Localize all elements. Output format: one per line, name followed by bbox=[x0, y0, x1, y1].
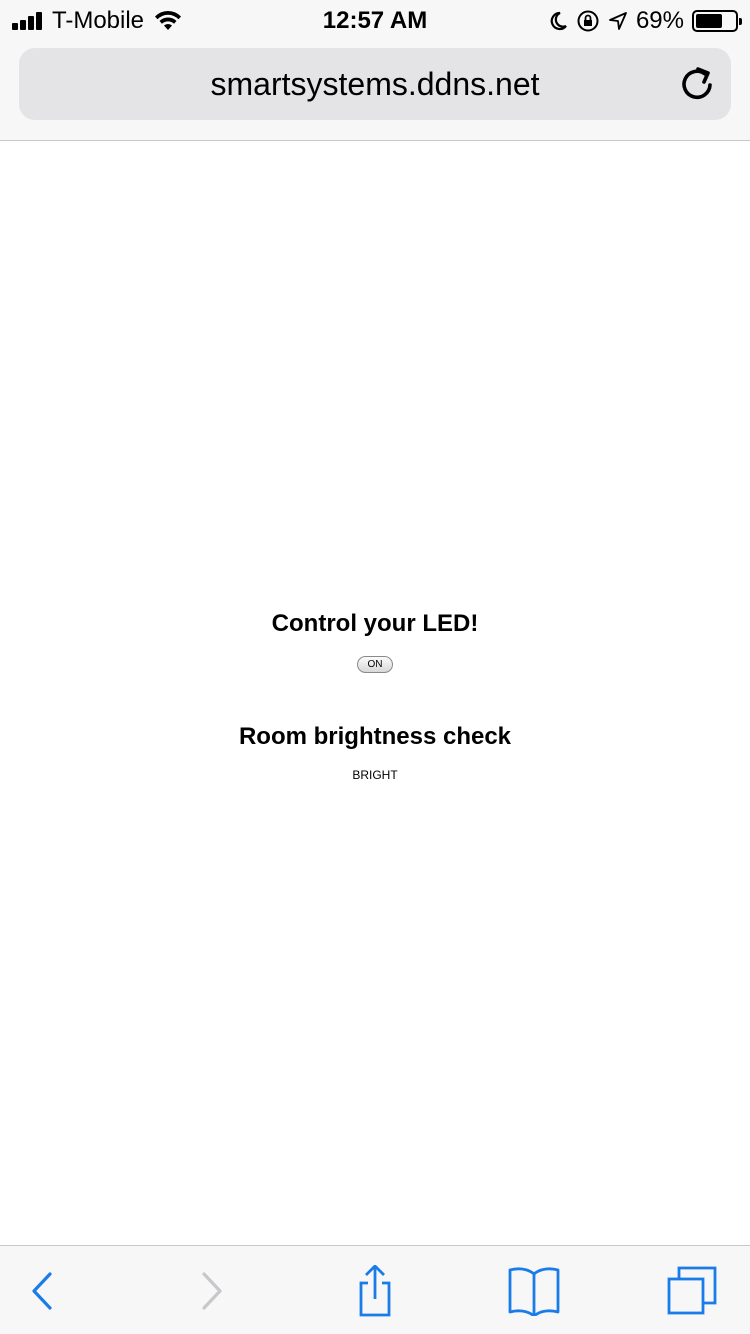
battery-percent: 69% bbox=[635, 7, 684, 34]
battery-fill bbox=[696, 14, 723, 28]
forward-icon bbox=[202, 1272, 222, 1310]
led-heading: Control your LED! bbox=[271, 610, 479, 637]
status-bar: T-Mobile 12:57 AM 69% bbox=[0, 0, 750, 42]
bookmarks-button[interactable] bbox=[506, 1266, 562, 1316]
share-button[interactable] bbox=[347, 1265, 403, 1317]
status-right: 69% bbox=[540, 6, 742, 36]
browser-toolbar bbox=[0, 1245, 750, 1334]
back-button[interactable] bbox=[15, 1266, 71, 1316]
rotation-lock-icon bbox=[577, 10, 599, 32]
tabs-icon bbox=[667, 1266, 717, 1315]
tabs-button[interactable] bbox=[665, 1266, 721, 1316]
back-icon bbox=[32, 1272, 52, 1310]
bookmarks-icon bbox=[508, 1267, 560, 1316]
room-brightness-heading: Room brightness check bbox=[238, 723, 512, 750]
moon-icon bbox=[550, 11, 567, 31]
location-arrow-icon bbox=[609, 12, 627, 30]
room-brightness-status: BRIGHT bbox=[352, 768, 398, 782]
browser-top-chrome: T-Mobile 12:57 AM 69% smartsystems.ddns.… bbox=[0, 0, 750, 141]
share-icon bbox=[359, 1265, 391, 1317]
reload-icon[interactable] bbox=[677, 64, 717, 104]
web-page-content: Control your LED! ON Room brightness che… bbox=[0, 141, 750, 1245]
url-text[interactable]: smartsystems.ddns.net bbox=[19, 48, 731, 120]
address-bar[interactable]: smartsystems.ddns.net bbox=[19, 48, 731, 120]
battery-icon bbox=[692, 10, 742, 32]
forward-button[interactable] bbox=[183, 1266, 239, 1316]
led-toggle-button[interactable]: ON bbox=[357, 656, 393, 673]
